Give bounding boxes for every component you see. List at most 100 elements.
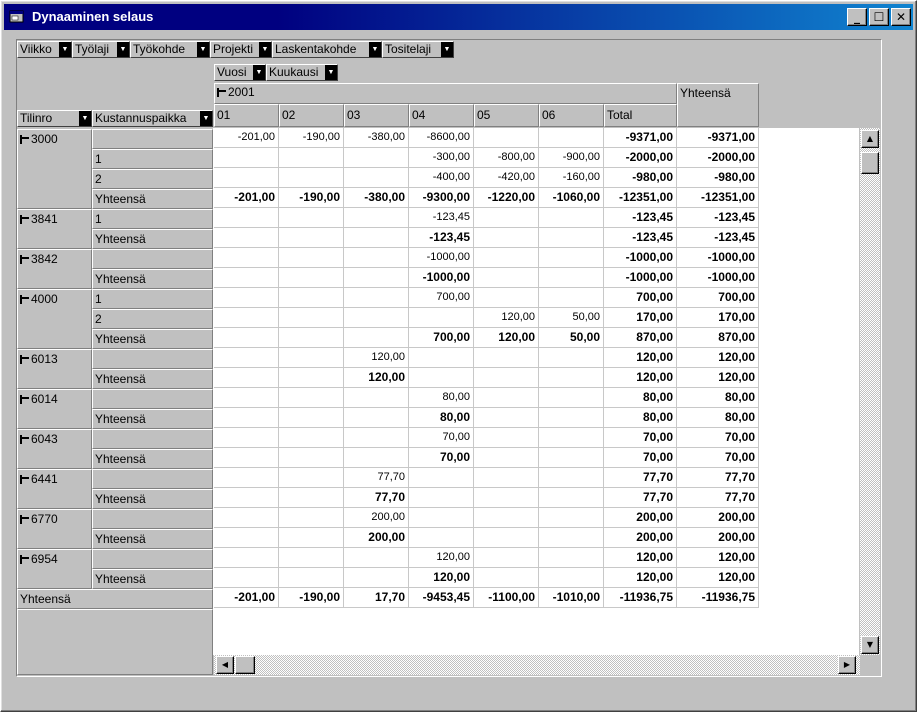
row-grand-cell[interactable]: 200,00 [677,528,759,548]
data-cell[interactable] [279,208,344,228]
data-cell[interactable]: 17,70 [344,588,409,608]
data-cell[interactable] [279,468,344,488]
data-cell[interactable]: 120,00 [409,548,474,568]
collapse-minus-icon[interactable] [20,395,29,404]
row-total-cell[interactable]: 120,00 [604,368,677,388]
data-cell[interactable] [409,308,474,328]
data-cell[interactable]: 120,00 [409,568,474,588]
data-cell[interactable] [474,348,539,368]
data-cell[interactable] [539,268,604,288]
data-cell[interactable]: 77,70 [344,488,409,508]
data-cell[interactable] [474,528,539,548]
data-cell[interactable]: 77,70 [344,468,409,488]
data-cell[interactable] [279,328,344,348]
data-cell[interactable]: -201,00 [214,588,279,608]
data-cell[interactable] [344,548,409,568]
data-cell[interactable] [344,448,409,468]
month-header-03[interactable]: 03 [344,104,409,127]
data-cell[interactable] [344,248,409,268]
data-cell[interactable] [474,228,539,248]
data-cell[interactable] [214,248,279,268]
row-total-cell[interactable]: -11936,75 [604,588,677,608]
data-cell[interactable]: -190,00 [279,588,344,608]
data-cell[interactable] [474,568,539,588]
dropdown-arrow-icon[interactable]: ▼ [200,111,212,126]
data-cell[interactable]: -1000,00 [409,268,474,288]
data-cell[interactable] [279,288,344,308]
row-grand-cell[interactable]: 70,00 [677,428,759,448]
data-cell[interactable] [474,488,539,508]
row-grand-cell[interactable]: 77,70 [677,468,759,488]
data-cell[interactable]: -8600,00 [409,128,474,148]
data-cell[interactable] [344,388,409,408]
account-6013[interactable]: 6013 [17,349,92,389]
dropdown-arrow-icon[interactable]: ▼ [197,42,209,57]
data-cell[interactable] [214,228,279,248]
data-cell[interactable] [409,348,474,368]
column-field-year[interactable]: Vuosi ▼ [214,64,266,81]
row-grand-cell[interactable]: 80,00 [677,408,759,428]
cost-center-label[interactable] [92,469,213,489]
data-cell[interactable] [539,508,604,528]
row-grand-cell[interactable]: 200,00 [677,508,759,528]
data-cell[interactable]: -400,00 [409,168,474,188]
dropdown-arrow-icon[interactable]: ▼ [441,42,453,57]
row-grand-cell[interactable]: 77,70 [677,488,759,508]
data-cell[interactable] [279,488,344,508]
row-grand-cell[interactable]: 120,00 [677,568,759,588]
row-total-cell[interactable]: -2000,00 [604,148,677,168]
data-cell[interactable] [214,428,279,448]
cost-center-label[interactable]: 1 [92,209,213,229]
minimize-button[interactable]: _ [847,8,867,26]
data-cell[interactable] [474,248,539,268]
data-cell[interactable] [344,168,409,188]
data-cell[interactable] [344,408,409,428]
data-cell[interactable] [279,448,344,468]
data-cell[interactable] [344,568,409,588]
row-grand-cell[interactable]: 120,00 [677,368,759,388]
subtotal-row-label[interactable]: Yhteensä [92,229,213,249]
row-grand-cell[interactable]: 70,00 [677,448,759,468]
row-grand-cell[interactable]: -980,00 [677,168,759,188]
data-cell[interactable] [279,268,344,288]
collapse-minus-icon[interactable] [20,475,29,484]
data-cell[interactable] [474,508,539,528]
data-cell[interactable]: 120,00 [344,368,409,388]
data-cell[interactable] [279,528,344,548]
row-field-account[interactable]: Tilinro ▼ [17,110,92,127]
data-cell[interactable] [539,228,604,248]
row-grand-cell[interactable]: 870,00 [677,328,759,348]
data-cell[interactable]: -420,00 [474,168,539,188]
column-field-month[interactable]: Kuukausi ▼ [266,64,338,81]
data-cell[interactable] [214,288,279,308]
collapse-minus-icon[interactable] [20,135,29,144]
month-header-06[interactable]: 06 [539,104,604,127]
data-cell[interactable] [214,328,279,348]
data-cell[interactable] [279,228,344,248]
data-cell[interactable]: 700,00 [409,328,474,348]
row-total-cell[interactable]: 200,00 [604,528,677,548]
account-3842[interactable]: 3842 [17,249,92,289]
cost-center-label[interactable] [92,509,213,529]
data-cell[interactable]: 120,00 [474,328,539,348]
data-cell[interactable]: 50,00 [539,328,604,348]
data-cell[interactable]: -160,00 [539,168,604,188]
data-cell[interactable] [539,248,604,268]
data-cell[interactable] [214,468,279,488]
data-cell[interactable] [279,568,344,588]
data-cell[interactable]: 50,00 [539,308,604,328]
data-cell[interactable]: 80,00 [409,388,474,408]
row-total-cell[interactable]: 70,00 [604,448,677,468]
data-cell[interactable]: -123,45 [409,228,474,248]
data-cell[interactable] [344,148,409,168]
data-cell[interactable]: 700,00 [409,288,474,308]
row-grand-cell[interactable]: -123,45 [677,208,759,228]
dropdown-arrow-icon[interactable]: ▼ [117,42,129,57]
row-grand-cell[interactable]: -9371,00 [677,128,759,148]
account-6043[interactable]: 6043 [17,429,92,469]
month-header-01[interactable]: 01 [214,104,279,127]
collapse-minus-icon[interactable] [20,355,29,364]
row-total-cell[interactable]: -1000,00 [604,248,677,268]
row-total-cell[interactable]: 700,00 [604,288,677,308]
subtotal-row-label[interactable]: Yhteensä [92,189,213,209]
